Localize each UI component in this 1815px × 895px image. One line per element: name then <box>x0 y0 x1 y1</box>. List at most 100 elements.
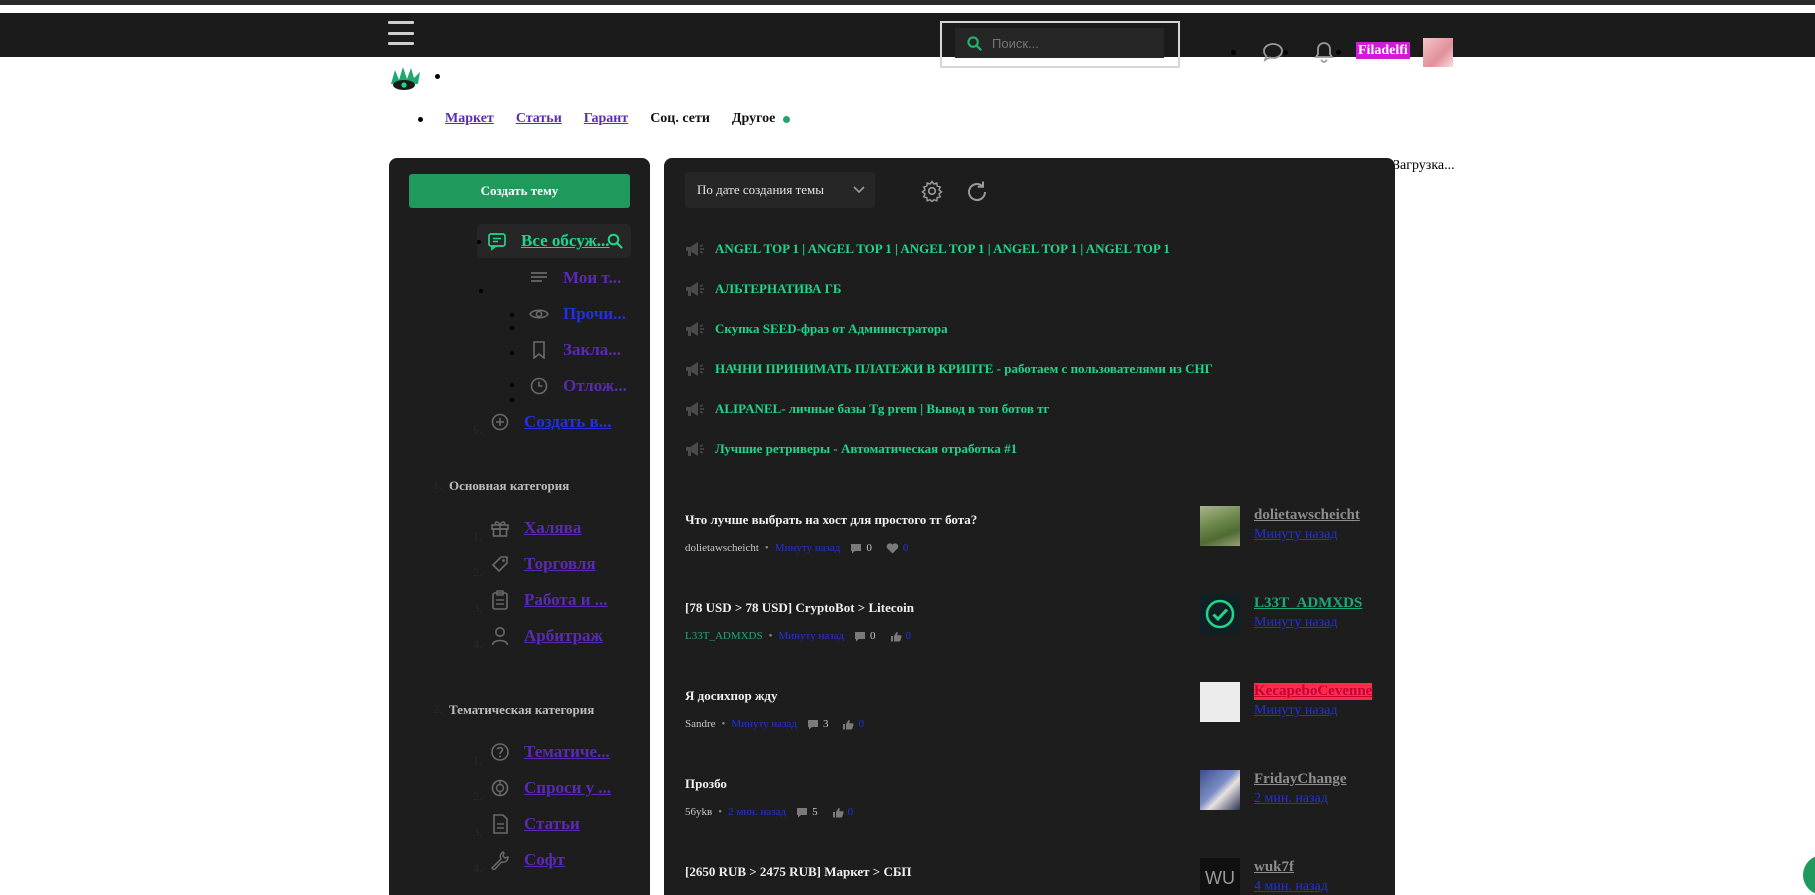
avatar[interactable] <box>1200 506 1240 546</box>
thread-author[interactable]: 56ykв <box>685 806 712 818</box>
sidebar-item-freebies[interactable]: Халява <box>490 518 581 538</box>
list-number: 1. <box>473 753 482 767</box>
nav-item-other[interactable]: Другое <box>732 111 775 127</box>
sidebar-item-trade[interactable]: Торговля <box>490 554 596 574</box>
meta-separator: • <box>721 718 726 730</box>
thumbs-up-icon <box>890 631 902 641</box>
last-post-time[interactable]: 2 мин. назад <box>1254 791 1328 807</box>
sidebar-item-software[interactable]: Софт <box>490 850 565 870</box>
chat-icon[interactable] <box>1262 42 1284 62</box>
announcement-title: ANGEL TOP 1 | ANGEL TOP 1 | ANGEL TOP 1 … <box>715 241 1170 256</box>
last-post-user[interactable]: KecapeboCevenne <box>1254 683 1373 700</box>
nav-item-market[interactable]: Маркет <box>445 111 494 127</box>
avatar[interactable] <box>1200 594 1240 634</box>
reply-count: 3 <box>822 718 829 730</box>
last-post-user[interactable]: FridayChange <box>1254 771 1347 788</box>
announcement-item[interactable]: АЛЬТЕРНАТИВА ГБ <box>685 281 841 297</box>
search-box[interactable] <box>955 28 1164 58</box>
thread-time[interactable]: 2 мин. назад <box>728 806 786 818</box>
announcement-item[interactable]: ANGEL TOP 1 | ANGEL TOP 1 | ANGEL TOP 1 … <box>685 241 1170 257</box>
thread-time[interactable]: Минуту назад <box>775 542 841 554</box>
last-post-user[interactable]: wuk7f <box>1254 859 1294 876</box>
sidebar-item-ask-ai[interactable]: Спроси у ... <box>490 778 611 798</box>
checkmark-icon <box>1205 599 1235 629</box>
create-thread-button[interactable]: Создать тему <box>409 174 630 208</box>
list-bullet <box>510 351 514 355</box>
sidebar-item-thematic[interactable]: Тематиче... <box>490 742 610 762</box>
last-post-time[interactable]: Минуту назад <box>1254 615 1337 631</box>
avatar[interactable] <box>1200 770 1240 810</box>
like-count: 0 <box>858 718 864 730</box>
like-count: 0 <box>902 542 909 554</box>
menu-icon[interactable] <box>388 21 414 45</box>
gear-icon[interactable] <box>921 180 943 202</box>
thread-time[interactable]: Минуту назад <box>778 630 844 642</box>
thread-row[interactable]: [78 USD > 78 USD] CryptoBot > Litecoin L… <box>685 594 1375 642</box>
nav-item-articles[interactable]: Статьи <box>516 111 562 127</box>
reply-count: 0 <box>866 542 872 554</box>
list-number: 2. <box>473 565 482 579</box>
user-icon <box>490 626 510 646</box>
sidebar-item-articles[interactable]: Статьи <box>490 814 580 834</box>
thread-row[interactable]: Прозбо 56ykв • 2 мин. назад 5 0 FridayCh… <box>685 770 1375 818</box>
sidebar-item-arbitrage[interactable]: Арбитраж <box>490 626 603 646</box>
nav-item-guarantor[interactable]: Гарант <box>584 111 628 127</box>
sort-select[interactable]: По дате создания темы <box>685 172 875 208</box>
last-post: L33T_ADMXDS Минуту назад <box>1200 594 1395 634</box>
last-post-user[interactable]: dolietawscheicht <box>1254 507 1360 524</box>
list-bullet <box>510 383 514 387</box>
avatar[interactable] <box>1423 38 1453 67</box>
sort-label: По дате создания темы <box>697 182 824 197</box>
header-bullet <box>1283 50 1288 55</box>
last-post-time[interactable]: Минуту назад <box>1254 527 1337 543</box>
floating-action-button[interactable] <box>1803 855 1815 895</box>
username[interactable]: Filadelfi <box>1356 42 1410 59</box>
search-icon[interactable] <box>607 233 623 249</box>
thread-list-panel: По дате создания темы ANGEL TOP 1 | ANGE… <box>664 158 1395 895</box>
refresh-icon[interactable] <box>965 180 989 204</box>
logo-icon[interactable] <box>388 62 424 92</box>
announcement-item[interactable]: НАЧНИ ПРИНИМАТЬ ПЛАТЕЖИ В КРИПТЕ - работ… <box>685 361 1213 377</box>
sidebar-item-all-discussions[interactable]: Все обсуж... <box>477 224 631 258</box>
sidebar-item-my-threads[interactable]: Мои т... <box>529 268 621 288</box>
list-number: 1. <box>473 529 482 543</box>
list-bullet <box>510 326 514 330</box>
sidebar-create-link[interactable]: Создать в... <box>490 412 611 432</box>
list-bullet <box>510 313 514 317</box>
thread-row[interactable]: Что лучше выбрать на хост для простого т… <box>685 506 1375 554</box>
ai-icon <box>490 778 510 798</box>
avatar[interactable] <box>1200 682 1240 722</box>
announcement-item[interactable]: ALIPANEL- личные базы Tg prem | Вывод в … <box>685 401 1049 417</box>
list-bullet <box>479 289 483 293</box>
sidebar-item-bookmarks[interactable]: Закла... <box>529 340 621 360</box>
announcement-item[interactable]: Лучшие ретриверы - Автоматическая отрабо… <box>685 441 1017 457</box>
last-post-user[interactable]: L33T_ADMXDS <box>1254 595 1362 612</box>
sidebar-item-work[interactable]: Работа и ... <box>490 590 608 610</box>
thread-row[interactable]: Я досихпор жду Sandre • Минуту назад 3 0… <box>685 682 1375 730</box>
meta-separator: • <box>764 542 769 554</box>
loading-text: Загрузка... <box>1393 158 1455 173</box>
avatar[interactable]: WU <box>1200 858 1240 895</box>
sidebar-item-label: Спроси у ... <box>524 778 612 797</box>
nav-item-social[interactable]: Соц. сети <box>650 111 710 127</box>
thread-time[interactable]: Минуту назад <box>731 718 797 730</box>
trade-icon <box>490 554 510 574</box>
announcement-title: НАЧНИ ПРИНИМАТЬ ПЛАТЕЖИ В КРИПТЕ - работ… <box>715 361 1213 376</box>
bell-icon[interactable] <box>1314 41 1334 63</box>
sidebar-item-label: Закла... <box>563 340 622 359</box>
thread-row[interactable]: [2650 RUB > 2475 RUB] Маркет > СБП WU wu… <box>685 858 1375 895</box>
thread-author[interactable]: Sandre <box>685 718 716 730</box>
search-input[interactable] <box>990 34 1154 52</box>
thread-author[interactable]: dolietawscheicht <box>685 542 759 554</box>
thread-author[interactable]: L33T_ADMXDS <box>685 630 763 642</box>
section-title: Основная категория <box>449 478 570 493</box>
document-icon <box>490 814 510 834</box>
announcement-item[interactable]: Скупка SEED-фраз от Администратора <box>685 321 948 337</box>
sidebar-item-unread[interactable]: Прочи... <box>529 304 626 324</box>
last-post-time[interactable]: Минуту назад <box>1254 703 1337 719</box>
sidebar-item-deferred[interactable]: Отлож... <box>529 376 627 396</box>
last-post: dolietawscheicht Минуту назад <box>1200 506 1395 546</box>
last-post-time[interactable]: 4 мин. назад <box>1254 879 1328 895</box>
sidebar-item-label: Мои т... <box>563 268 622 287</box>
sidebar-item-label: Тематиче... <box>524 742 610 761</box>
